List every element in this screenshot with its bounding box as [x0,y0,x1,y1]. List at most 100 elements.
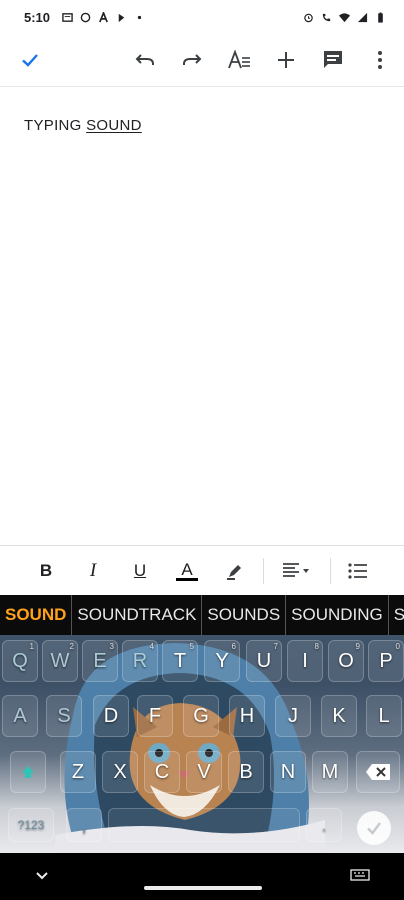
key-label: E [93,649,107,672]
key-s[interactable]: S [46,695,82,737]
comment-icon[interactable] [319,46,347,74]
key-a[interactable]: A [2,695,38,737]
key-number: 5 [189,642,194,651]
text-format-icon[interactable] [226,46,254,74]
enter-key[interactable] [357,811,391,845]
key-t[interactable]: T5 [162,640,198,682]
key-n[interactable]: N [270,751,306,793]
key-h[interactable]: H [229,695,265,737]
checkmark-icon [367,822,381,835]
key-f[interactable]: F [137,695,173,737]
shift-icon [22,766,34,778]
home-gesture-bar[interactable] [144,886,262,890]
key-g[interactable]: G [183,695,219,737]
key-r[interactable]: R4 [122,640,158,682]
wifi-icon [339,12,350,22]
suggestion-item[interactable]: SOUNDTRACK [72,595,203,635]
keyboard: SOUND SOUNDTRACK SOUNDS SOUNDING SO Q1 W… [0,595,404,853]
key-number: 3 [109,642,114,651]
chevron-down-icon[interactable] [34,869,50,887]
comma-key[interactable]: , [66,808,102,842]
checkmark-icon[interactable] [16,46,44,74]
format-divider [330,558,331,584]
key-number: 8 [314,642,319,651]
navigation-bar [0,853,404,900]
format-divider [263,558,264,584]
format-toolbar: B I U A [0,545,404,596]
key-l[interactable]: L [366,695,402,737]
text-color-icon[interactable]: A [172,556,202,586]
backspace-key[interactable] [356,751,400,793]
key-label: W [50,649,70,672]
status-time: 5:10 [24,9,51,25]
signal-icon [357,12,368,22]
document-text-plain: TYPING [24,117,87,134]
space-key[interactable] [108,808,300,842]
message-icon [62,12,73,22]
key-y[interactable]: Y6 [204,640,240,682]
suggestion-item[interactable]: SOUNDING [286,595,389,635]
backspace-icon [366,764,390,780]
wifi-calling-icon [322,13,331,21]
align-icon[interactable] [280,556,316,586]
key-q[interactable]: Q1 [2,640,38,682]
document-text-underlined: SOUND [86,117,142,134]
key-label: U [256,649,272,672]
key-d[interactable]: D [93,695,129,737]
editor-toolbar [0,34,404,87]
key-m[interactable]: M [312,751,348,793]
key-e[interactable]: E3 [82,640,118,682]
key-label: I [302,649,308,672]
key-number: 7 [273,642,278,651]
key-z[interactable]: Z [60,751,96,793]
key-number: 4 [149,642,154,651]
bold-icon[interactable]: B [31,556,61,586]
key-v[interactable]: V [186,751,222,793]
key-number: 2 [69,642,74,651]
key-w[interactable]: W2 [42,640,78,682]
suggestion-item[interactable]: SOUND [0,595,73,635]
key-x[interactable]: X [102,751,138,793]
key-number: 1 [29,642,34,651]
text-color-letter: A [181,559,193,579]
period-key[interactable]: . [306,808,342,842]
more-vert-icon[interactable] [366,46,394,74]
key-k[interactable]: K [321,695,357,737]
key-label: R [132,649,148,672]
underline-icon[interactable]: U [125,556,155,586]
document-body[interactable]: TYPING SOUND [0,87,404,545]
key-label: Q [12,649,28,672]
key-label: O [338,649,354,672]
key-number: 6 [231,642,236,651]
key-u[interactable]: U7 [246,640,282,682]
undo-icon[interactable] [131,46,159,74]
key-label: Y [215,649,229,672]
a-app-icon [99,11,108,22]
suggestion-item[interactable]: SOUNDS [202,595,287,635]
key-c[interactable]: C [144,751,180,793]
key-o[interactable]: O9 [328,640,364,682]
suggestion-bar: SOUND SOUNDTRACK SOUNDS SOUNDING SO [0,595,404,635]
key-j[interactable]: J [275,695,311,737]
highlight-icon[interactable] [220,556,250,586]
suggestion-item[interactable]: SO [389,595,404,635]
key-b[interactable]: B [228,751,264,793]
document-text[interactable]: TYPING SOUND [24,117,142,134]
key-i[interactable]: I8 [287,640,323,682]
text-color-bar [176,577,198,581]
status-bar: 5:10 [0,0,404,34]
shift-key[interactable] [10,751,46,793]
keyboard-switch-icon[interactable] [350,869,370,888]
list-icon[interactable] [343,556,373,586]
battery-icon [378,11,383,23]
whatsapp-icon [80,12,91,22]
add-icon[interactable] [272,46,300,74]
italic-icon[interactable]: I [78,556,108,586]
key-label: T [173,649,187,672]
key-label: P [379,649,393,672]
symbols-key[interactable]: ?123 [8,808,54,842]
key-p[interactable]: P0 [368,640,404,682]
pen-app-icon [118,13,125,22]
key-number: 9 [355,642,360,651]
redo-icon[interactable] [178,46,206,74]
